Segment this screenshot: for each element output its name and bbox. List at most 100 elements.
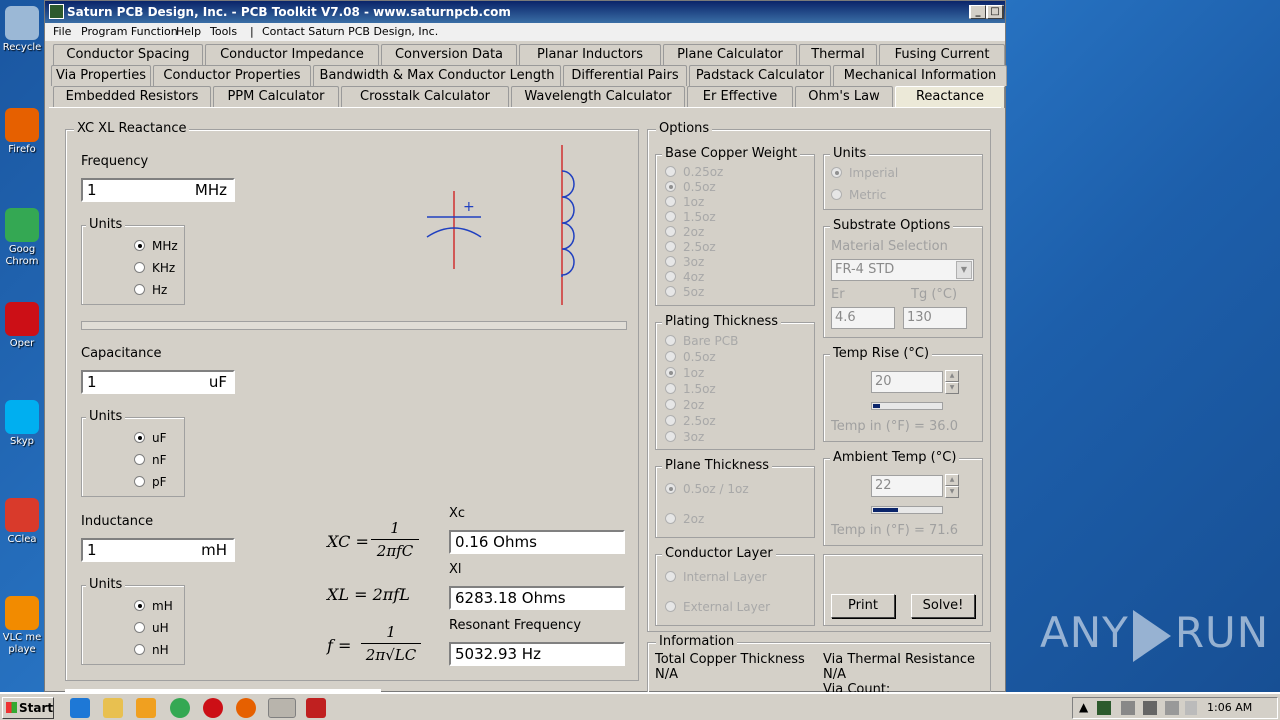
base-copper-radio[interactable]: 0.5oz [665, 180, 716, 194]
plating-radio[interactable]: Bare PCB [665, 334, 738, 348]
tab-bandwidth-max-conductor-length[interactable]: Bandwidth & Max Conductor Length [313, 65, 561, 86]
maximize-button[interactable]: □ [987, 5, 1003, 19]
tab-ppm-calculator[interactable]: PPM Calculator [213, 86, 339, 107]
tab-padstack-calculator[interactable]: Padstack Calculator [689, 65, 831, 86]
plating-radio[interactable]: 1.5oz [665, 382, 716, 396]
units-radio[interactable]: Imperial [831, 166, 898, 180]
tab-plane-calculator[interactable]: Plane Calculator [663, 44, 797, 65]
base-copper-radio[interactable]: 1.5oz [665, 210, 716, 224]
tray-expand-icon[interactable]: ▲ [1079, 700, 1088, 714]
inductance-unit-radio[interactable]: uH [134, 621, 169, 635]
conductor-layer-radio[interactable]: Internal Layer [665, 570, 767, 584]
plating-radio[interactable]: 2oz [665, 398, 704, 412]
tray-app-icon[interactable] [1097, 701, 1111, 715]
tab-embedded-resistors[interactable]: Embedded Resistors [53, 86, 211, 107]
base-copper-radio[interactable]: 5oz [665, 285, 704, 299]
desktop-icon[interactable]: Recycle [0, 6, 44, 54]
material-select[interactable]: FR-4 STD ▼ [831, 259, 974, 281]
ie-icon[interactable] [70, 698, 90, 718]
temp-rise-spinner[interactable]: ▲ ▼ [945, 370, 959, 394]
tray-network-icon[interactable] [1121, 701, 1135, 715]
tab-differential-pairs[interactable]: Differential Pairs [563, 65, 687, 86]
tab-ohm-s-law[interactable]: Ohm's Law [795, 86, 893, 107]
temp-rise-input[interactable]: 20 [871, 371, 943, 393]
spin-down-icon[interactable]: ▼ [945, 382, 959, 394]
spin-down-icon[interactable]: ▼ [945, 486, 959, 498]
capacitance-unit-radio[interactable]: pF [134, 475, 167, 489]
tab-planar-inductors[interactable]: Planar Inductors [519, 44, 661, 65]
base-copper-radio[interactable]: 3oz [665, 255, 704, 269]
frequency-input[interactable]: 1 MHz [81, 178, 235, 202]
desktop-icon[interactable]: Goog Chrom [0, 208, 44, 268]
base-copper-radio[interactable]: 0.25oz [665, 165, 723, 179]
minimize-button-2[interactable]: _ [970, 5, 986, 19]
desktop-icon[interactable]: Oper [0, 302, 44, 350]
plating-radio[interactable]: 1oz [665, 366, 704, 380]
resonant-frequency-output[interactable]: 5032.93 Hz [449, 642, 625, 666]
tab-conductor-spacing[interactable]: Conductor Spacing [53, 44, 203, 65]
pcb-toolkit-task-icon[interactable] [268, 698, 296, 718]
er-input[interactable]: 4.6 [831, 307, 895, 329]
desktop-icon[interactable]: Skyp [0, 400, 44, 448]
tab-er-effective[interactable]: Er Effective [687, 86, 793, 107]
capacitance-input[interactable]: 1 uF [81, 370, 235, 394]
tg-input[interactable]: 130 [903, 307, 967, 329]
conductor-layer-radio[interactable]: External Layer [665, 600, 770, 614]
tab-conductor-properties[interactable]: Conductor Properties [153, 65, 311, 86]
chrome-icon[interactable] [170, 698, 190, 718]
capacitance-unit-radio[interactable]: uF [134, 431, 167, 445]
tab-via-properties[interactable]: Via Properties [51, 65, 151, 86]
desktop-icon[interactable]: Firefo [0, 108, 44, 156]
xl-output[interactable]: 6283.18 Ohms [449, 586, 625, 610]
plating-radio[interactable]: 3oz [665, 430, 704, 444]
menu-item[interactable]: File [53, 23, 71, 41]
firefox-icon[interactable] [236, 698, 256, 718]
acrobat-icon[interactable] [306, 698, 326, 718]
media-player-icon[interactable] [136, 698, 156, 718]
plane-radio[interactable]: 0.5oz / 1oz [665, 482, 749, 496]
plating-radio[interactable]: 2.5oz [665, 414, 716, 428]
tab-wavelength-calculator[interactable]: Wavelength Calculator [511, 86, 685, 107]
spin-up-icon[interactable]: ▲ [945, 474, 959, 486]
xc-output[interactable]: 0.16 Ohms [449, 530, 625, 554]
units-radio[interactable]: Metric [831, 188, 886, 202]
ambient-input[interactable]: 22 [871, 475, 943, 497]
base-copper-radio[interactable]: 2.5oz [665, 240, 716, 254]
solve-button[interactable]: Solve! [911, 594, 975, 618]
spin-up-icon[interactable]: ▲ [945, 370, 959, 382]
tab-thermal[interactable]: Thermal [799, 44, 877, 65]
frequency-unit-radio[interactable]: KHz [134, 261, 175, 275]
capacitance-unit-radio[interactable]: nF [134, 453, 167, 467]
clock[interactable]: 1:06 AM [1207, 701, 1252, 714]
opera-icon[interactable] [203, 698, 223, 718]
chevron-down-icon[interactable]: ▼ [956, 261, 972, 279]
tab-crosstalk-calculator[interactable]: Crosstalk Calculator [341, 86, 509, 107]
frequency-unit-radio[interactable]: Hz [134, 283, 167, 297]
base-copper-radio[interactable]: 1oz [665, 195, 704, 209]
inductance-input[interactable]: 1 mH [81, 538, 235, 562]
menu-item[interactable]: Program Function [81, 23, 178, 41]
base-copper-radio[interactable]: 2oz [665, 225, 704, 239]
plane-radio[interactable]: 2oz [665, 512, 704, 526]
menu-item[interactable]: Tools [210, 23, 237, 41]
ambient-spinner[interactable]: ▲ ▼ [945, 474, 959, 498]
tab-mechanical-information[interactable]: Mechanical Information [833, 65, 1007, 86]
plating-radio[interactable]: 0.5oz [665, 350, 716, 364]
tab-fusing-current[interactable]: Fusing Current [879, 44, 1005, 65]
menu-item[interactable]: Contact Saturn PCB Design, Inc. [262, 23, 438, 41]
inductance-unit-radio[interactable]: nH [134, 643, 169, 657]
tray-network2-icon[interactable] [1143, 701, 1157, 715]
folder-icon[interactable] [103, 698, 123, 718]
tab-reactance[interactable]: Reactance [895, 86, 1005, 108]
desktop-icon[interactable]: CClea [0, 498, 44, 546]
tab-conversion-data[interactable]: Conversion Data [381, 44, 517, 65]
print-button[interactable]: Print [831, 594, 895, 618]
inductance-unit-radio[interactable]: mH [134, 599, 173, 613]
desktop-icon[interactable]: VLC me playe [0, 596, 44, 656]
base-copper-radio[interactable]: 4oz [665, 270, 704, 284]
title-bar[interactable]: Saturn PCB Design, Inc. - PCB Toolkit V7… [45, 1, 1005, 23]
flag-icon[interactable] [1185, 701, 1197, 715]
start-button[interactable]: Start [2, 697, 54, 719]
frequency-unit-radio[interactable]: MHz [134, 239, 178, 253]
volume-icon[interactable] [1165, 701, 1179, 715]
